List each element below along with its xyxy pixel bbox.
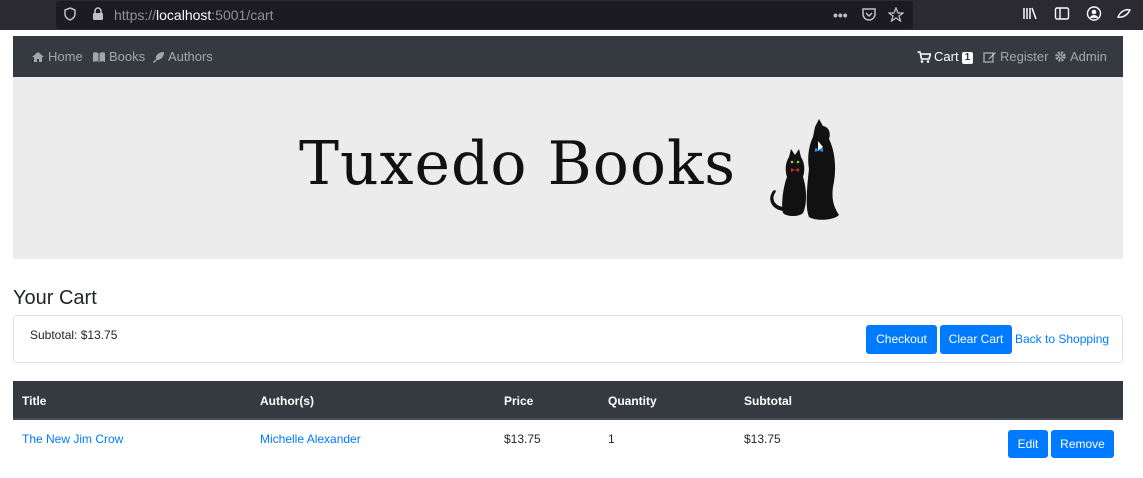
address-bar[interactable]: https://localhost:5001/cart •••	[56, 1, 913, 29]
account-icon[interactable]	[1086, 6, 1102, 24]
column-header-quantity: Quantity	[608, 394, 657, 408]
book-author-link[interactable]: Michelle Alexander	[260, 432, 361, 446]
edit-item-button[interactable]: Edit	[1008, 430, 1048, 458]
tuxedo-cats-logo-icon	[770, 119, 839, 220]
extension-icon[interactable]	[1116, 6, 1132, 24]
gear-icon	[1055, 51, 1066, 62]
nav-cart[interactable]: Cart 1	[917, 49, 974, 65]
edit-icon	[983, 52, 996, 63]
nav-books[interactable]: Books	[92, 49, 145, 65]
sidebar-icon[interactable]	[1054, 6, 1070, 24]
tracking-shield-icon[interactable]	[64, 7, 76, 24]
page-title: Your Cart	[13, 287, 97, 309]
cart-subtotal: Subtotal: $13.75	[30, 328, 118, 342]
site-banner: Tuxedo Books	[13, 77, 1123, 259]
column-header-authors: Author(s)	[260, 394, 314, 408]
browser-toolbar: https://localhost:5001/cart •••	[0, 0, 1143, 30]
logo-text: Tuxedo Books	[299, 129, 737, 199]
pocket-icon[interactable]	[861, 7, 877, 25]
library-icon[interactable]	[1022, 6, 1038, 24]
item-price: $13.75	[504, 432, 541, 446]
home-icon	[32, 52, 44, 62]
cart-icon	[917, 51, 932, 63]
clear-cart-button[interactable]: Clear Cart	[940, 325, 1012, 354]
page-actions-icon[interactable]: •••	[833, 7, 848, 23]
cart-table-header: Title Author(s) Price Quantity Subtotal	[13, 381, 1123, 420]
cart-summary-card: Subtotal: $13.75 Checkout Clear Cart Bac…	[13, 315, 1123, 363]
nav-register[interactable]: Register	[983, 49, 1048, 65]
item-subtotal: $13.75	[744, 432, 781, 446]
column-header-price: Price	[504, 394, 534, 408]
book-title-link[interactable]: The New Jim Crow	[22, 432, 123, 446]
site-navbar: Home Books Authors Cart 1 Register Admin	[13, 36, 1123, 77]
lock-icon[interactable]	[92, 7, 104, 24]
table-row: The New Jim Crow Michelle Alexander $13.…	[13, 420, 1123, 464]
cart-count-badge: 1	[961, 52, 974, 64]
nav-home[interactable]: Home	[31, 49, 83, 65]
remove-item-button[interactable]: Remove	[1051, 430, 1114, 458]
column-header-title: Title	[22, 394, 47, 408]
url-text: https://localhost:5001/cart	[114, 7, 274, 23]
back-to-shopping-link[interactable]: Back to Shopping	[1015, 332, 1109, 346]
checkout-button[interactable]: Checkout	[866, 325, 937, 354]
book-icon	[93, 52, 105, 62]
item-quantity: 1	[608, 432, 615, 446]
nav-authors[interactable]: Authors	[152, 49, 213, 65]
column-header-subtotal: Subtotal	[744, 394, 792, 408]
nav-admin[interactable]: Admin	[1054, 49, 1107, 65]
feather-icon	[153, 52, 164, 63]
bookmark-star-icon[interactable]	[887, 6, 905, 25]
